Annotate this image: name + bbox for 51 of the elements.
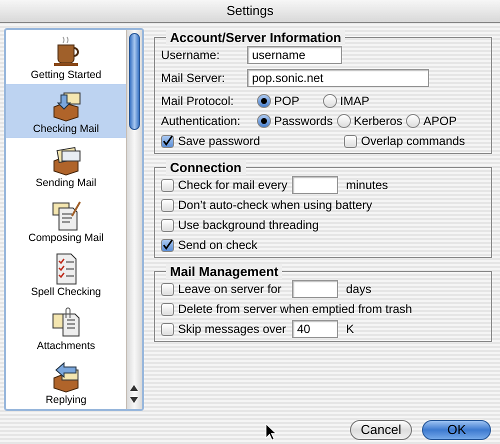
sidebar-item[interactable]: Attachments — [6, 300, 126, 355]
radio-option[interactable]: IMAP — [323, 92, 370, 110]
text-field[interactable] — [292, 176, 338, 194]
text-field[interactable]: pop.sonic.net — [247, 69, 429, 87]
section-title: Mail Management — [166, 264, 282, 279]
field-label: Mail Protocol: — [161, 93, 235, 110]
radio-option[interactable]: Passwords — [257, 112, 333, 130]
checkbox[interactable] — [161, 282, 174, 296]
checkbox[interactable] — [344, 134, 357, 148]
checkbox-label: Leave on server for — [178, 281, 282, 298]
checkbox[interactable] — [161, 218, 174, 232]
sidebar-item[interactable]: Checking Mail — [6, 84, 126, 138]
checkbox[interactable] — [161, 238, 174, 252]
sidebar-item[interactable]: Replying — [6, 354, 126, 409]
scroll-thumb[interactable] — [129, 33, 140, 130]
checkbox[interactable] — [161, 134, 174, 148]
checkbox-label: Save password — [178, 133, 262, 150]
checkbox[interactable] — [161, 198, 174, 212]
cursor-icon — [265, 423, 277, 441]
sidebar-item[interactable]: Sending Mail — [6, 138, 126, 192]
field-label: Username: — [161, 47, 221, 64]
checkbox-label: Check for mail every — [178, 177, 288, 194]
checkbox[interactable] — [161, 178, 174, 192]
checkbox[interactable] — [161, 302, 174, 316]
unit-label: days — [346, 281, 372, 298]
radio-option[interactable]: APOP — [406, 112, 457, 130]
text-field[interactable] — [292, 280, 338, 298]
field-label: Authentication: — [161, 113, 242, 130]
cancel-button[interactable]: Cancel — [350, 420, 412, 440]
sidebar-item[interactable]: Getting Started — [6, 30, 126, 84]
section-title: Connection — [166, 160, 246, 175]
checkbox-label: Delete from server when emptied from trash — [178, 301, 412, 318]
checkbox-label: Use background threading — [178, 217, 319, 234]
section-title: Account/Server Information — [166, 30, 346, 45]
window-title: Settings — [226, 2, 274, 20]
radio-option[interactable]: Kerberos — [336, 112, 402, 130]
ok-button[interactable]: OK — [422, 420, 491, 440]
unit-label: K — [346, 321, 354, 338]
unit-label: minutes — [346, 177, 388, 194]
field-label: Mail Server: — [161, 70, 226, 87]
sidebar-item[interactable]: Composing Mail — [6, 192, 126, 247]
text-field[interactable]: 40 — [292, 320, 338, 338]
checkbox-label: Overlap commands — [361, 133, 466, 150]
checkbox-label: Send on check — [178, 237, 258, 254]
checkbox-label: Don’t auto-check when using battery — [178, 197, 372, 214]
checkbox-label: Skip messages over — [178, 321, 288, 338]
scrollbar[interactable] — [126, 30, 142, 409]
text-field[interactable]: username — [247, 46, 342, 64]
radio-option[interactable]: POP — [257, 92, 319, 110]
sidebar-item[interactable]: Spell Checking — [6, 246, 126, 301]
checkbox[interactable] — [161, 322, 174, 336]
